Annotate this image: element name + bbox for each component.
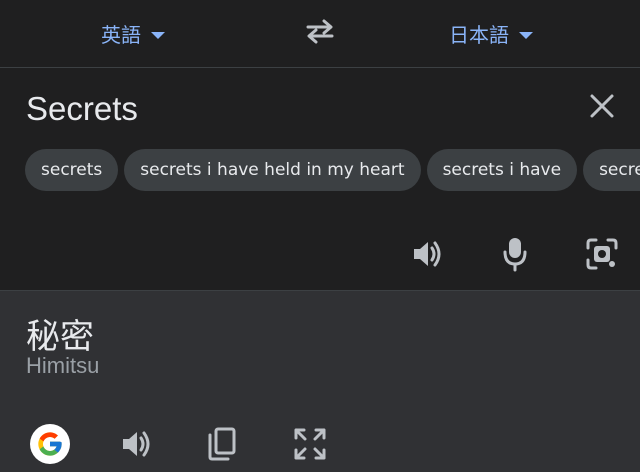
target-language-label: 日本語 — [449, 22, 509, 47]
chevron-down-icon — [151, 31, 165, 39]
listen-translation-button[interactable] — [114, 422, 158, 466]
camera-input-button[interactable] — [582, 234, 622, 274]
fullscreen-button[interactable] — [288, 422, 332, 466]
fullscreen-icon — [294, 428, 326, 460]
target-language-selector[interactable]: 日本語 — [449, 18, 533, 48]
source-language-label: 英語 — [101, 22, 141, 47]
speaker-icon — [414, 241, 441, 267]
transliteration-text: Himitsu — [26, 353, 100, 378]
close-icon — [590, 94, 614, 118]
suggestion-chip[interactable]: secrets i have held in my heart — [124, 149, 421, 191]
listen-source-button[interactable] — [407, 234, 447, 274]
microphone-icon — [503, 238, 527, 272]
source-text-input[interactable]: Secrets — [26, 90, 138, 128]
google-logo-icon — [30, 424, 70, 464]
suggestion-chips: secrets secrets i have held in my heart se… — [25, 149, 640, 191]
suggestion-chip[interactable]: secrets i have — [426, 149, 578, 191]
google-search-button[interactable] — [28, 422, 72, 466]
clear-input-button[interactable] — [586, 90, 618, 122]
camera-icon — [586, 238, 618, 270]
swap-languages-button[interactable] — [300, 14, 340, 50]
source-language-selector[interactable]: 英語 — [101, 18, 165, 48]
speaker-icon — [123, 431, 150, 457]
translation-output-panel: 秘密 Himitsu — [0, 291, 640, 472]
translation-text: 秘密 — [26, 317, 94, 357]
chevron-down-icon — [519, 31, 533, 39]
copy-icon — [208, 427, 236, 461]
swap-icon — [306, 19, 334, 44]
suggestion-chip[interactable]: secrets — [583, 149, 640, 191]
suggestion-chip[interactable]: secrets — [25, 149, 119, 191]
voice-input-button[interactable] — [495, 234, 535, 274]
copy-translation-button[interactable] — [200, 422, 244, 466]
source-input-panel: Secrets secrets secrets i have held in my… — [0, 68, 640, 291]
language-bar: 英語 日本語 — [0, 0, 640, 68]
